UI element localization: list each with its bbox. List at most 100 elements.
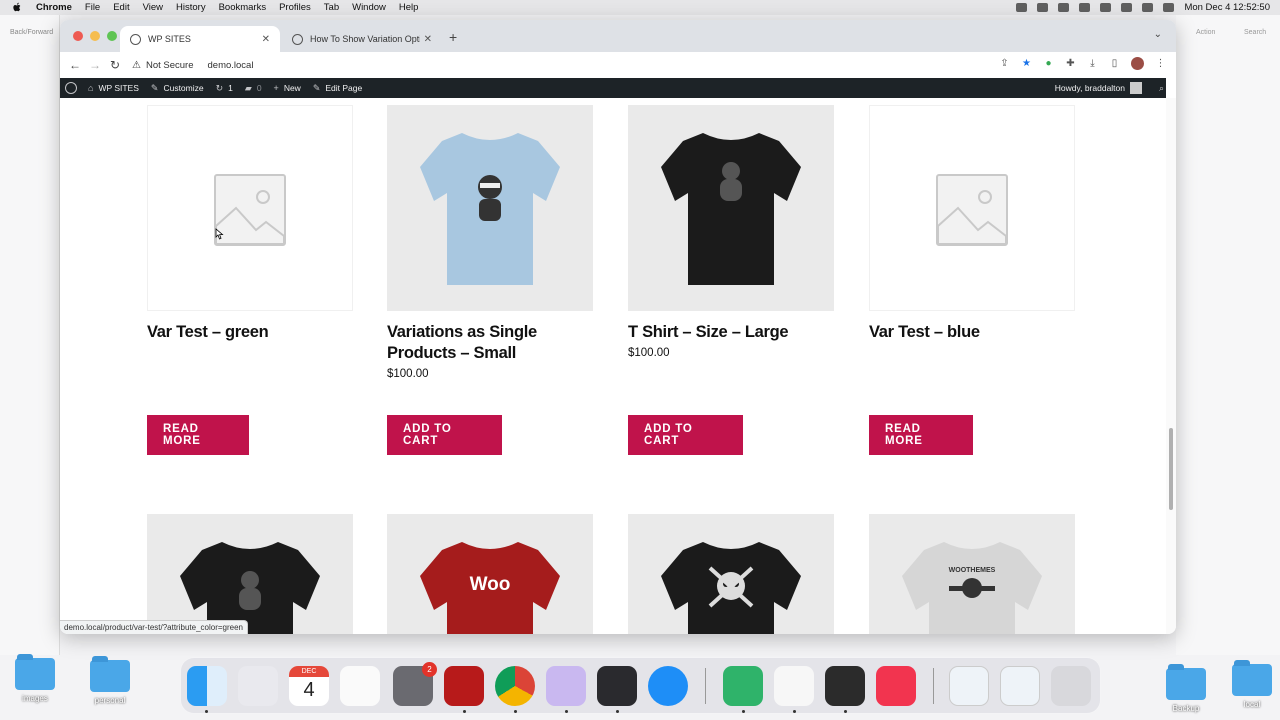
admin-updates-link[interactable]: ↻ 1 <box>216 83 233 94</box>
forward-arrow-icon[interactable]: → <box>85 58 105 72</box>
recent-window-thumbnail[interactable] <box>1000 666 1040 706</box>
admin-edit-page-link[interactable]: ✎ Edit Page <box>313 83 362 94</box>
extensions-puzzle-icon[interactable]: ✚ <box>1065 58 1076 69</box>
desktop-folder-images[interactable]: images <box>13 654 57 703</box>
vlc-icon[interactable] <box>774 666 814 706</box>
spotlight-icon[interactable] <box>1121 3 1133 12</box>
tshirt-white-woothemes-image: WOOTHEMES <box>902 542 1042 634</box>
menu-bookmarks[interactable]: Bookmarks <box>219 2 267 13</box>
bookmark-star-icon[interactable]: ★ <box>1021 58 1032 69</box>
admin-comments-link[interactable]: ▰ 0 <box>245 83 262 94</box>
wordpress-logo-icon[interactable] <box>65 82 77 94</box>
folder-label: Backup <box>1172 704 1200 713</box>
system-settings-icon[interactable]: 2 <box>393 662 437 706</box>
product-image-placeholder[interactable] <box>147 105 353 311</box>
headphones-icon[interactable] <box>1079 3 1091 12</box>
side-panel-icon[interactable]: ▯ <box>1109 58 1120 69</box>
menubar-clock[interactable]: Mon Dec 4 12:52:50 <box>1184 2 1270 13</box>
tab-variation-options[interactable]: How To Show Variation Option ✕ <box>282 26 442 52</box>
recent-window-thumbnail[interactable] <box>949 666 989 706</box>
product-title[interactable]: Var Test – green <box>147 322 353 343</box>
menu-app-name[interactable]: Chrome <box>36 2 72 13</box>
bluetooth-icon[interactable] <box>1058 3 1070 12</box>
menu-help[interactable]: Help <box>399 2 419 13</box>
folder-icon <box>90 656 130 692</box>
not-secure-warning-icon[interactable]: ⚠ <box>132 60 141 71</box>
reload-icon[interactable]: ↻ <box>105 58 125 72</box>
siri-icon[interactable] <box>1163 3 1175 12</box>
add-to-cart-button[interactable]: ADD TO CART <box>628 415 743 455</box>
minimize-window-button[interactable] <box>90 31 100 41</box>
page-scrollbar[interactable] <box>1166 98 1176 634</box>
read-more-button[interactable]: READ MORE <box>869 415 973 455</box>
product-image[interactable]: Woo <box>387 514 593 634</box>
close-window-button[interactable] <box>73 31 83 41</box>
chrome-icon[interactable] <box>495 666 535 706</box>
product-image[interactable]: WOOTHEMES <box>869 514 1075 634</box>
back-arrow-icon[interactable]: ← <box>65 58 85 72</box>
admin-search-icon[interactable]: ⌕ <box>1159 83 1164 94</box>
admin-account-menu[interactable]: Howdy, braddalton <box>1055 82 1142 94</box>
scrollbar-thumb[interactable] <box>1169 428 1173 510</box>
comments-count: 0 <box>256 83 262 93</box>
more-menu-icon[interactable]: ⋮ <box>1155 58 1166 69</box>
apple-icon[interactable] <box>12 2 22 13</box>
safari-icon[interactable] <box>648 666 688 706</box>
reminders-icon[interactable] <box>340 666 380 706</box>
downloader-icon[interactable] <box>825 666 865 706</box>
close-tab-icon[interactable]: ✕ <box>424 34 432 45</box>
admin-customize-label: Customize <box>163 83 204 93</box>
local-wp-icon[interactable] <box>723 666 763 706</box>
music-icon[interactable] <box>876 666 916 706</box>
share-icon[interactable]: ⇪ <box>999 58 1010 69</box>
product-title[interactable]: Variations as Single Products – Small <box>387 322 593 364</box>
menu-edit[interactable]: Edit <box>113 2 129 13</box>
finder-icon[interactable] <box>187 666 227 706</box>
url-text[interactable]: demo.local <box>208 60 254 71</box>
admin-site-link[interactable]: ⌂ WP SITES <box>88 83 139 93</box>
quicktime-icon[interactable] <box>597 666 637 706</box>
record-icon[interactable] <box>1016 3 1028 12</box>
product-image[interactable] <box>147 514 353 634</box>
window-controls <box>73 31 117 41</box>
calendar-icon[interactable]: DEC 4 <box>289 666 329 706</box>
menu-window[interactable]: Window <box>352 2 386 13</box>
product-image[interactable] <box>387 105 593 311</box>
new-tab-icon[interactable]: + <box>449 29 457 45</box>
read-more-button[interactable]: READ MORE <box>147 415 249 455</box>
download-icon[interactable]: ⤓ <box>1087 58 1098 69</box>
zoom-window-button[interactable] <box>107 31 117 41</box>
wifi-icon[interactable] <box>1100 3 1112 12</box>
folder-label: images <box>22 694 48 703</box>
product-title[interactable]: Var Test – blue <box>869 322 1075 343</box>
admin-new-link[interactable]: + New <box>274 83 301 93</box>
menu-view[interactable]: View <box>143 2 163 13</box>
extension-green-icon[interactable]: ● <box>1043 58 1054 69</box>
product-title[interactable]: T Shirt – Size – Large <box>628 322 834 343</box>
product-image-placeholder[interactable] <box>869 105 1075 311</box>
security-label[interactable]: Not Secure <box>146 60 194 71</box>
folder-icon <box>1232 660 1272 696</box>
admin-customize-link[interactable]: ✎ Customize <box>151 83 204 94</box>
vlc-status-icon[interactable] <box>1037 3 1049 12</box>
desktop-folder-local[interactable]: local <box>1230 660 1274 709</box>
profile-avatar[interactable] <box>1131 57 1144 70</box>
launchpad-icon[interactable] <box>238 666 278 706</box>
desktop-folder-backup[interactable]: Backup <box>1164 664 1208 713</box>
bbedit-icon[interactable] <box>546 666 586 706</box>
menu-profiles[interactable]: Profiles <box>279 2 311 13</box>
product-image[interactable] <box>628 514 834 634</box>
control-center-icon[interactable] <box>1142 3 1154 12</box>
menu-history[interactable]: History <box>176 2 206 13</box>
close-tab-icon[interactable]: ✕ <box>262 34 270 45</box>
tab-wp-sites[interactable]: WP SITES ✕ <box>120 26 280 52</box>
menu-tab[interactable]: Tab <box>324 2 339 13</box>
add-to-cart-button[interactable]: ADD TO CART <box>387 415 502 455</box>
background-app-window-right: Action Search <box>1176 15 1280 655</box>
tab-search-chevron-icon[interactable]: ⌄ <box>1154 29 1162 40</box>
product-image[interactable] <box>628 105 834 311</box>
trash-icon[interactable] <box>1051 666 1091 706</box>
desktop-folder-personal[interactable]: personal <box>88 656 132 705</box>
menu-file[interactable]: File <box>85 2 100 13</box>
filezilla-icon[interactable] <box>444 666 484 706</box>
